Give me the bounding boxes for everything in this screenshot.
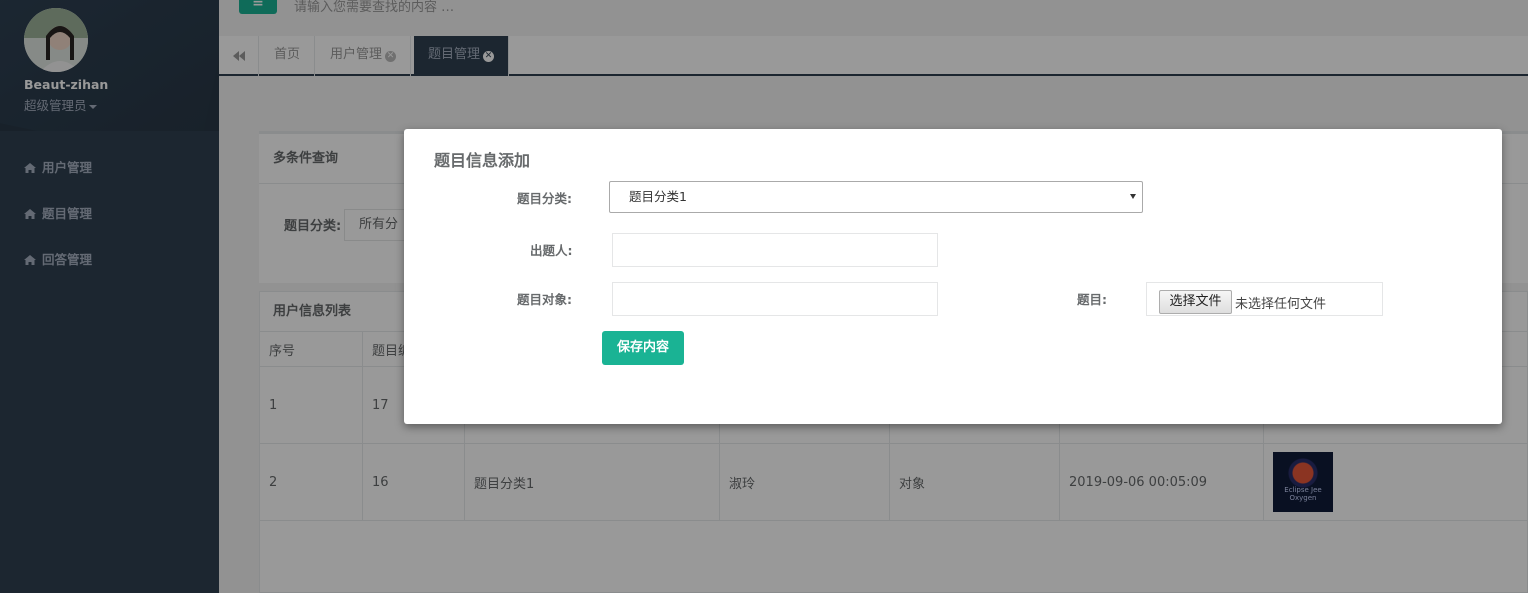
author-label: 出题人:: [530, 243, 573, 258]
category-select-value: 题目分类1: [629, 189, 687, 204]
author-input[interactable]: [612, 233, 938, 267]
add-question-modal: 题目信息添加 题目分类: 题目分类1 出题人: 题目对象: 题目: 选择文件 未…: [404, 129, 1502, 424]
question-label: 题目:: [1077, 292, 1107, 307]
question-file-input: 选择文件 未选择任何文件: [1146, 282, 1383, 316]
save-button[interactable]: 保存内容: [602, 331, 684, 365]
target-input[interactable]: [612, 282, 938, 316]
modal-title: 题目信息添加: [434, 151, 531, 170]
category-select[interactable]: 题目分类1: [609, 181, 1143, 213]
target-label: 题目对象:: [517, 292, 572, 307]
dropdown-arrow-icon: [1130, 194, 1136, 199]
choose-file-button[interactable]: 选择文件: [1159, 290, 1232, 314]
category-label: 题目分类:: [517, 191, 572, 206]
file-status-text: 未选择任何文件: [1235, 297, 1327, 312]
